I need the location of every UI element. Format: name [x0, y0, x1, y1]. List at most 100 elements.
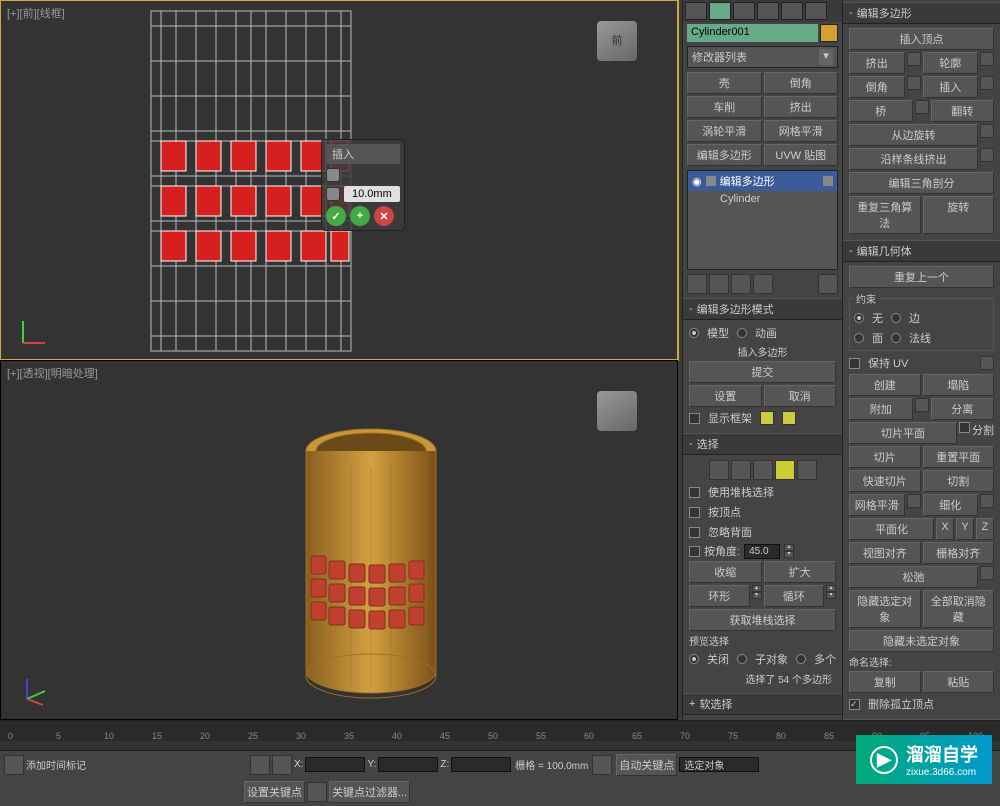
key-mode-icon[interactable]: [307, 782, 327, 802]
display-tab-icon[interactable]: [781, 2, 803, 20]
lock-icon[interactable]: [250, 755, 270, 775]
settings-button[interactable]: 设置: [689, 385, 762, 407]
expand-icon[interactable]: [706, 176, 716, 186]
lightbulb-icon[interactable]: ◉: [692, 175, 702, 188]
script-icon[interactable]: [4, 755, 24, 775]
preset-turbosmooth[interactable]: 涡轮平滑: [687, 120, 762, 142]
show-cage-check[interactable]: [689, 413, 700, 424]
rollout-header[interactable]: +软选择: [683, 693, 842, 715]
auto-key-button[interactable]: 自动关键点: [616, 754, 677, 776]
constraint-edge-radio[interactable]: [891, 313, 901, 323]
unhide-all-button[interactable]: 全部取消隐藏: [923, 590, 995, 628]
ring-button[interactable]: 环形: [689, 585, 750, 607]
preset-shell[interactable]: 壳: [687, 72, 762, 94]
edge-icon[interactable]: [731, 460, 751, 480]
time-ruler[interactable]: 0510152025303540455055606570758085909510…: [0, 721, 1000, 741]
preset-uvwmap[interactable]: UVW 贴图: [764, 144, 839, 166]
preset-editpoly[interactable]: 编辑多边形: [687, 144, 762, 166]
tessellate-button[interactable]: 细化: [923, 494, 979, 516]
timeline[interactable]: 0510152025303540455055606570758085909510…: [0, 720, 1000, 750]
repeat-last-button[interactable]: 重复上一个: [849, 266, 994, 288]
preserve-uv-check[interactable]: [849, 358, 860, 369]
key-filters-button[interactable]: 关键点过滤器...: [329, 781, 410, 803]
angle-spinner[interactable]: 45.0: [744, 544, 780, 559]
preserve-uv-settings[interactable]: [980, 356, 994, 370]
cancel-button[interactable]: 取消: [764, 385, 837, 407]
planar-x[interactable]: X: [936, 518, 954, 540]
preset-chamfer[interactable]: 倒角: [764, 72, 839, 94]
caddy-cancel-button[interactable]: ✕: [374, 206, 394, 226]
polygon-icon[interactable]: [775, 460, 795, 480]
inset-caddy[interactable]: 插入 10.0mm ✓ + ✕: [321, 139, 405, 231]
caddy-amount-spinner[interactable]: 10.0mm: [344, 186, 400, 202]
viewport-front[interactable]: [+][前][线框] 前: [0, 0, 678, 360]
paste-button[interactable]: 粘贴: [923, 671, 995, 693]
create-tab-icon[interactable]: [685, 2, 707, 20]
del-iso-check[interactable]: [849, 699, 860, 710]
attach-list[interactable]: [915, 398, 929, 412]
bridge-button[interactable]: 桥: [849, 100, 913, 122]
by-vertex-check[interactable]: [689, 507, 700, 518]
preset-lathe[interactable]: 车削: [687, 96, 762, 118]
tessellate-settings[interactable]: [980, 494, 994, 508]
hinge-button[interactable]: 从边旋转: [849, 124, 978, 146]
cage-color2[interactable]: [782, 411, 796, 425]
z-input[interactable]: [451, 757, 511, 772]
remove-modifier-icon[interactable]: [753, 274, 773, 294]
planar-button[interactable]: 平面化: [849, 518, 934, 540]
create-button[interactable]: 创建: [849, 374, 921, 396]
caddy-type-button[interactable]: [326, 168, 340, 182]
rollout-header[interactable]: -编辑几何体: [843, 240, 1000, 262]
grow-button[interactable]: 扩大: [764, 561, 837, 583]
extrude-spline-button[interactable]: 沿样条线挤出: [849, 148, 978, 170]
quickslice-button[interactable]: 快速切片: [849, 470, 921, 492]
msmooth-button[interactable]: 网格平滑: [849, 494, 905, 516]
bevel-settings[interactable]: [907, 76, 921, 90]
rollout-header[interactable]: -选择: [683, 433, 842, 455]
slice-plane-button[interactable]: 切片平面: [849, 422, 957, 444]
attach-button[interactable]: 附加: [849, 398, 913, 420]
reset-plane-button[interactable]: 重置平面: [923, 446, 995, 468]
utilities-tab-icon[interactable]: [805, 2, 827, 20]
caddy-ok-button[interactable]: ✓: [326, 206, 346, 226]
bevel-button[interactable]: 倒角: [849, 76, 905, 98]
caddy-apply-button[interactable]: +: [350, 206, 370, 226]
collapse-button[interactable]: 塌陷: [923, 374, 995, 396]
spinner-arrows[interactable]: ▴▾: [784, 544, 794, 558]
split-check[interactable]: [959, 422, 970, 433]
preview-multi-radio[interactable]: [796, 654, 806, 664]
element-icon[interactable]: [797, 460, 817, 480]
hierarchy-tab-icon[interactable]: [733, 2, 755, 20]
modifier-stack[interactable]: ◉ 编辑多边形 Cylinder: [687, 170, 838, 270]
sel-lock-icon[interactable]: [272, 755, 292, 775]
viewcube-persp[interactable]: [597, 391, 637, 431]
stack-item-editpoly[interactable]: ◉ 编辑多边形: [688, 171, 837, 191]
modify-tab-icon[interactable]: [709, 2, 731, 20]
preset-meshsmooth[interactable]: 网格平滑: [764, 120, 839, 142]
grid-align-button[interactable]: 栅格对齐: [923, 542, 995, 564]
hide-sel-button[interactable]: 隐藏选定对象: [849, 590, 921, 628]
loop-spinner[interactable]: ▴▾: [826, 585, 836, 607]
shrink-button[interactable]: 收缩: [689, 561, 762, 583]
relax-button[interactable]: 松弛: [849, 566, 978, 588]
border-icon[interactable]: [753, 460, 773, 480]
inset-settings[interactable]: [980, 76, 994, 90]
ignore-back-check[interactable]: [689, 527, 700, 538]
ring-spinner[interactable]: ▴▾: [752, 585, 762, 607]
stack-toggle-icon[interactable]: [823, 176, 833, 186]
preview-off-radio[interactable]: [689, 654, 699, 664]
viewcube-front[interactable]: 前: [597, 21, 637, 61]
preset-extrude[interactable]: 挤出: [764, 96, 839, 118]
inset-button[interactable]: 插入: [923, 76, 979, 98]
caddy-amount-icon[interactable]: [326, 187, 340, 201]
model-radio[interactable]: [689, 328, 699, 338]
get-stack-sel-button[interactable]: 获取堆栈选择: [689, 609, 836, 631]
add-time-tag[interactable]: 添加时间标记: [26, 757, 86, 772]
turn-button[interactable]: 旋转: [923, 196, 995, 234]
constraint-normal-radio[interactable]: [891, 333, 901, 343]
preview-subobj-radio[interactable]: [737, 654, 747, 664]
insert-vertex-button[interactable]: 插入顶点: [849, 28, 994, 50]
bridge-settings[interactable]: [915, 100, 929, 114]
view-align-button[interactable]: 视图对齐: [849, 542, 921, 564]
object-name-field[interactable]: Cylinder001: [687, 24, 818, 42]
